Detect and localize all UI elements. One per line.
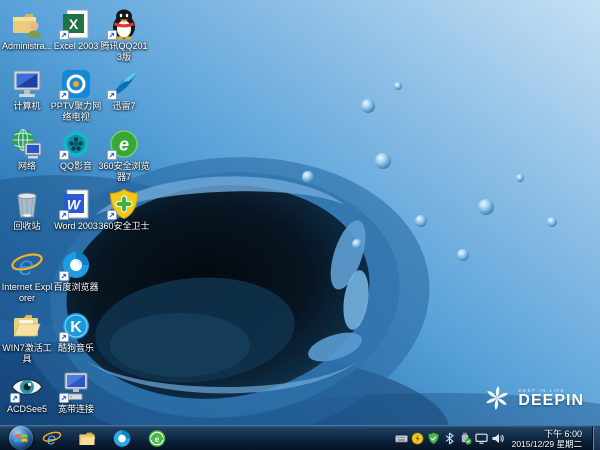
360-safe-shield-icon	[107, 188, 141, 220]
baidu-browser-icon	[59, 249, 93, 281]
pptv-icon	[59, 68, 93, 100]
shortcut-arrow-icon	[59, 210, 69, 220]
shortcut-arrow-icon	[107, 210, 117, 220]
shortcut-arrow-icon	[59, 30, 69, 40]
bluetooth-icon[interactable]	[443, 432, 456, 445]
shortcut-arrow-icon	[107, 30, 117, 40]
desktop-icon-win7-activator[interactable]: WIN7激活工具	[1, 310, 53, 365]
desktop-icon-label: 360安全浏览器7	[98, 161, 150, 182]
desktop-icon-internet-explorer[interactable]: e Internet Explorer	[1, 249, 53, 304]
desktop-icon-kugou-music[interactable]: K 酷狗音乐	[50, 310, 102, 354]
taskbar-internet-explorer[interactable]: e	[42, 429, 62, 448]
folder-icon	[10, 310, 44, 342]
desktop-icon-label: 网络	[17, 161, 36, 171]
shortcut-arrow-icon	[59, 150, 69, 160]
internet-explorer-icon: e	[10, 249, 44, 281]
show-desktop-button[interactable]	[592, 426, 600, 450]
desktop-icon-label: Word 2003	[54, 221, 98, 231]
desktop-icon-administrator[interactable]: Administra...	[1, 8, 53, 52]
deepin-logo: DEEP IN LIFE DEEPIN	[482, 383, 584, 413]
desktop-icon-excel-2003[interactable]: X Excel 2003	[50, 8, 102, 52]
deepin-tagline: DEEP IN LIFE	[518, 387, 566, 393]
administrator-folder-icon	[10, 8, 44, 40]
desktop-icon-label: Internet Explorer	[1, 282, 53, 303]
desktop-icon-label: 计算机	[13, 101, 41, 111]
shortcut-arrow-icon	[59, 271, 69, 281]
taskbar-baidu-browser[interactable]	[112, 429, 132, 448]
xunlei-icon	[107, 68, 141, 100]
taskbar-clock[interactable]: 下午 6:00 2015/12/29 星期二	[512, 429, 582, 449]
display-icon[interactable]	[474, 432, 488, 445]
desktop-icon-label: 360安全卫士	[98, 221, 150, 231]
system-tray: 下午 6:00 2015/12/29 星期二	[394, 426, 593, 450]
start-button[interactable]	[9, 426, 33, 450]
desktop-icon-label: 宽带连接	[57, 404, 94, 414]
clock-time: 下午 6:00	[543, 428, 582, 439]
taskbar: e e 下午 6:00 2015/12/29 星期二	[0, 425, 600, 450]
shortcut-arrow-icon	[59, 393, 69, 403]
360-accelerator-icon[interactable]	[411, 432, 424, 445]
desktop-icon-broadband[interactable]: 宽带连接	[50, 371, 102, 415]
desktop-icon-computer[interactable]: 计算机	[1, 68, 53, 112]
desktop-icon-qq-player[interactable]: QQ影音	[50, 128, 102, 172]
360-browser-icon: e	[107, 128, 141, 160]
input-keyboard-icon[interactable]	[394, 432, 408, 445]
desktop-icon-pptv[interactable]: PPTV聚力网络电视	[50, 68, 102, 123]
clock-date: 2015/12/29 星期二	[511, 438, 582, 449]
qq-player-icon	[59, 128, 93, 160]
desktop: Administra... X Excel 2003 腾讯QQ2013版 计算机…	[0, 0, 600, 450]
broadband-icon	[59, 371, 93, 403]
deepin-pinwheel-icon	[486, 386, 509, 410]
network-icon	[10, 128, 44, 160]
qq-penguin-icon	[107, 8, 141, 40]
desktop-icon-acdsee5[interactable]: ACDSee5	[1, 371, 53, 415]
shortcut-arrow-icon	[107, 150, 117, 160]
desktop-icon-network[interactable]: 网络	[1, 128, 53, 172]
desktop-icon-label: Administra...	[1, 41, 52, 51]
desktop-icon-label: 回收站	[13, 221, 41, 231]
desktop-icon-label: Excel 2003	[53, 41, 99, 51]
desktop-icon-recycle-bin[interactable]: 回收站	[1, 188, 53, 232]
desktop-icon-360-browser[interactable]: e 360安全浏览器7	[98, 128, 150, 183]
desktop-icon-label: QQ影音	[59, 161, 92, 171]
svg-text:X: X	[69, 16, 79, 32]
windows-flag-icon	[14, 434, 28, 443]
shortcut-arrow-icon	[59, 90, 69, 100]
deepin-brand: DEEPIN	[518, 391, 584, 409]
desktop-icon-label: PPTV聚力网络电视	[50, 101, 102, 122]
volume-icon[interactable]	[491, 432, 504, 445]
acdsee-eye-icon	[10, 371, 44, 403]
taskbar-360-browser[interactable]: e	[147, 429, 167, 448]
taskbar-windows-explorer[interactable]	[77, 429, 97, 448]
desktop-icon-tencent-qq[interactable]: 腾讯QQ2013版	[98, 8, 150, 63]
desktop-icon-xunlei7[interactable]: 迅雷7	[98, 68, 150, 112]
desktop-icon-label: 百度浏览器	[53, 282, 99, 292]
svg-text:e: e	[155, 435, 160, 444]
desktop-icon-360-safe[interactable]: 360安全卫士	[98, 188, 150, 232]
shortcut-arrow-icon	[10, 393, 20, 403]
desktop-icon-label: 迅雷7	[112, 101, 136, 111]
svg-text:e: e	[119, 135, 129, 155]
desktop-icon-label: 酷狗音乐	[57, 343, 94, 353]
desktop-icon-label: WIN7激活工具	[2, 343, 52, 364]
desktop-icon-label: ACDSee5	[6, 404, 48, 414]
desktop-icon-label: 腾讯QQ2013版	[100, 41, 148, 62]
network-status-icon[interactable]	[459, 432, 472, 445]
shortcut-arrow-icon	[59, 332, 69, 342]
kugou-icon: K	[59, 310, 93, 342]
shortcut-arrow-icon	[107, 90, 117, 100]
svg-text:K: K	[70, 319, 82, 336]
word-icon: W	[59, 188, 93, 220]
computer-icon	[10, 68, 44, 100]
recycle-bin-icon	[10, 188, 44, 220]
desktop-icon-baidu-browser[interactable]: 百度浏览器	[50, 249, 102, 293]
desktop-icon-word-2003[interactable]: W Word 2003	[50, 188, 102, 232]
security-shield-icon[interactable]	[427, 432, 440, 445]
svg-text:W: W	[67, 197, 82, 213]
excel-icon: X	[59, 8, 93, 40]
